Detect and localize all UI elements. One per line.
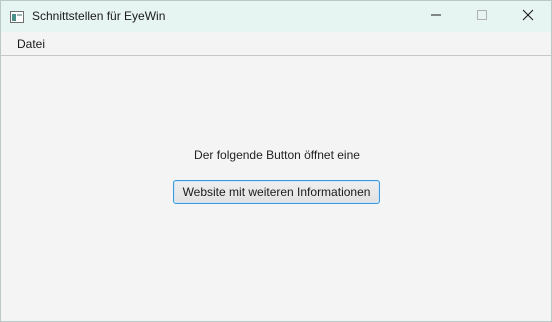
window-title: Schnittstellen für EyeWin — [32, 9, 166, 23]
website-info-button[interactable]: Website mit weiteren Informationen — [173, 180, 380, 204]
info-label: Der folgende Button öffnet eine — [194, 148, 360, 162]
menu-bar: Datei — [1, 32, 551, 56]
close-button[interactable] — [505, 1, 551, 32]
maximize-button[interactable] — [459, 1, 505, 32]
minimize-icon — [430, 8, 442, 26]
menu-item-datei[interactable]: Datei — [9, 32, 53, 55]
app-window-icon — [10, 10, 24, 23]
maximize-icon — [476, 8, 488, 26]
minimize-button[interactable] — [413, 1, 459, 32]
close-icon — [522, 8, 534, 26]
app-window: Schnittstellen für EyeWin Datei Der folg… — [0, 0, 552, 322]
content-area: Der folgende Button öffnet eine Website … — [1, 56, 551, 321]
title-bar[interactable]: Schnittstellen für EyeWin — [1, 1, 551, 32]
